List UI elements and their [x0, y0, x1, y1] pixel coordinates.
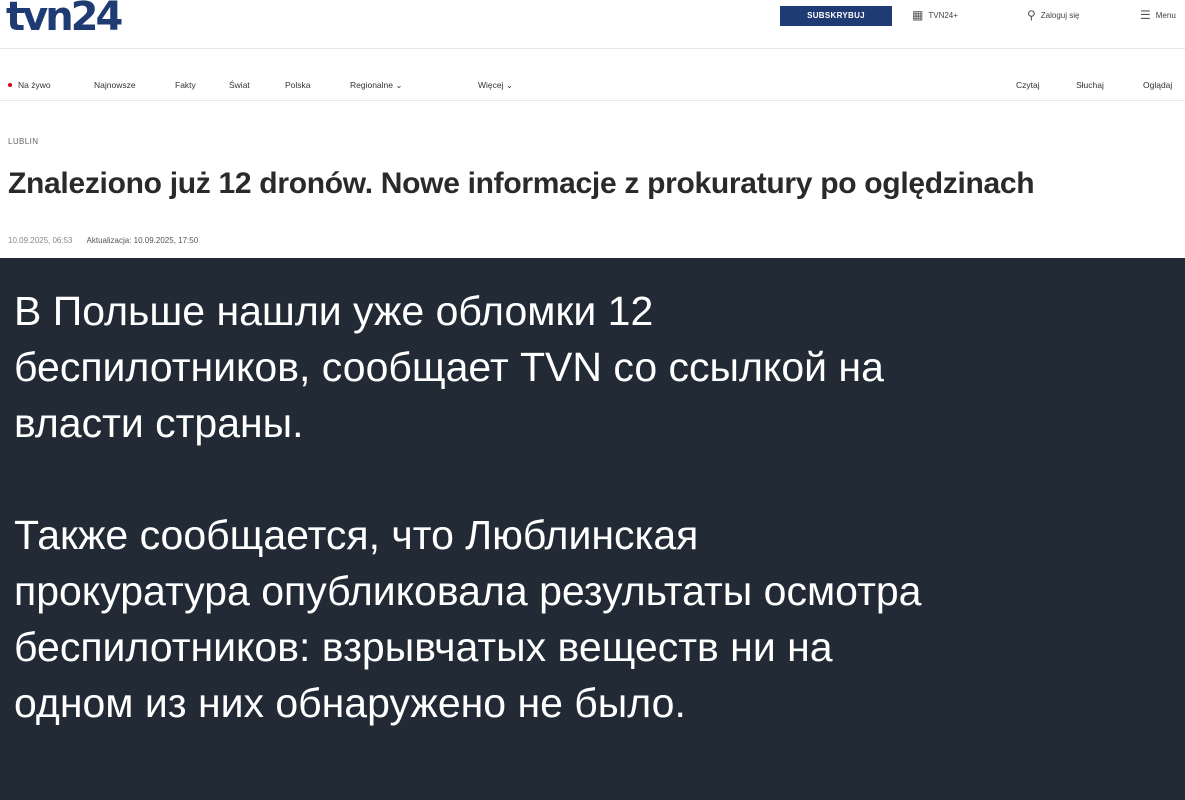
tvn24plus-link[interactable]: ▦ TVN24+ — [912, 8, 958, 22]
nav-item-world[interactable]: Świat — [229, 80, 250, 90]
article-headline: Znaleziono już 12 dronów. Nowe informacj… — [8, 167, 1035, 200]
nav-item-facts[interactable]: Fakty — [175, 80, 196, 90]
post-paragraph-2-line-3: беспилотников: взрывчатых веществ ни на — [14, 624, 833, 670]
nav-item-more[interactable]: Więcej ⌄ — [478, 80, 513, 91]
subscribe-button[interactable]: SUBSKRYBUJ — [780, 6, 892, 26]
article-category[interactable]: LUBLIN — [8, 137, 38, 146]
menu-button[interactable]: ☰ Menu — [1140, 8, 1176, 22]
live-dot-icon — [8, 83, 12, 87]
main-nav: Na żywo Najnowsze Fakty Świat Polska Reg… — [0, 70, 1185, 101]
grid-icon: ▦ — [912, 8, 924, 22]
nav-item-live[interactable]: Na żywo — [8, 80, 51, 90]
post-paragraph-1-line-1: В Польше нашли уже обломки 12 — [14, 288, 654, 334]
nav-watch[interactable]: Oglądaj — [1143, 80, 1172, 90]
article-meta: 10.09.2025, 06:53 Aktualizacja: 10.09.202… — [8, 236, 198, 245]
post-paragraph-1-line-3: власти страны. — [14, 400, 304, 446]
nav-read[interactable]: Czytaj — [1016, 80, 1040, 90]
updated-date: Aktualizacja: 10.09.2025, 17:50 — [86, 236, 199, 245]
article-screenshot: tvn24 SUBSKRYBUJ ▦ TVN24+ ⚲ Zaloguj się ☰ M… — [0, 0, 1185, 258]
login-link[interactable]: ⚲ Zaloguj się — [1027, 8, 1079, 22]
nav-item-regional[interactable]: Regionalne ⌄ — [350, 80, 403, 91]
post-text: В Польше нашли уже обломки 12 беспилотни… — [14, 283, 1174, 731]
tvn24-logo[interactable]: tvn24 — [6, 0, 123, 40]
nav-listen[interactable]: Słuchaj — [1076, 80, 1104, 90]
tvn24plus-label: TVN24+ — [928, 11, 958, 20]
post-paragraph-2-line-4: одном из них обнаружено не было. — [14, 680, 686, 726]
post-paragraph-1-line-2: беспилотников, сообщает TVN со ссылкой н… — [14, 344, 884, 390]
hamburger-icon: ☰ — [1140, 8, 1151, 22]
user-icon: ⚲ — [1027, 8, 1036, 22]
nav-item-latest[interactable]: Najnowsze — [94, 80, 136, 90]
menu-label: Menu — [1155, 11, 1176, 20]
post-paragraph-2-line-2: прокуратура опубликовала результаты осмо… — [14, 568, 922, 614]
login-label: Zaloguj się — [1040, 11, 1080, 20]
post-paragraph-2-line-1: Также сообщается, что Люблинская — [14, 512, 699, 558]
site-header: tvn24 SUBSKRYBUJ ▦ TVN24+ ⚲ Zaloguj się ☰ M… — [0, 0, 1185, 49]
nav-item-poland[interactable]: Polska — [285, 80, 311, 90]
published-date: 10.09.2025, 06:53 — [8, 236, 73, 245]
